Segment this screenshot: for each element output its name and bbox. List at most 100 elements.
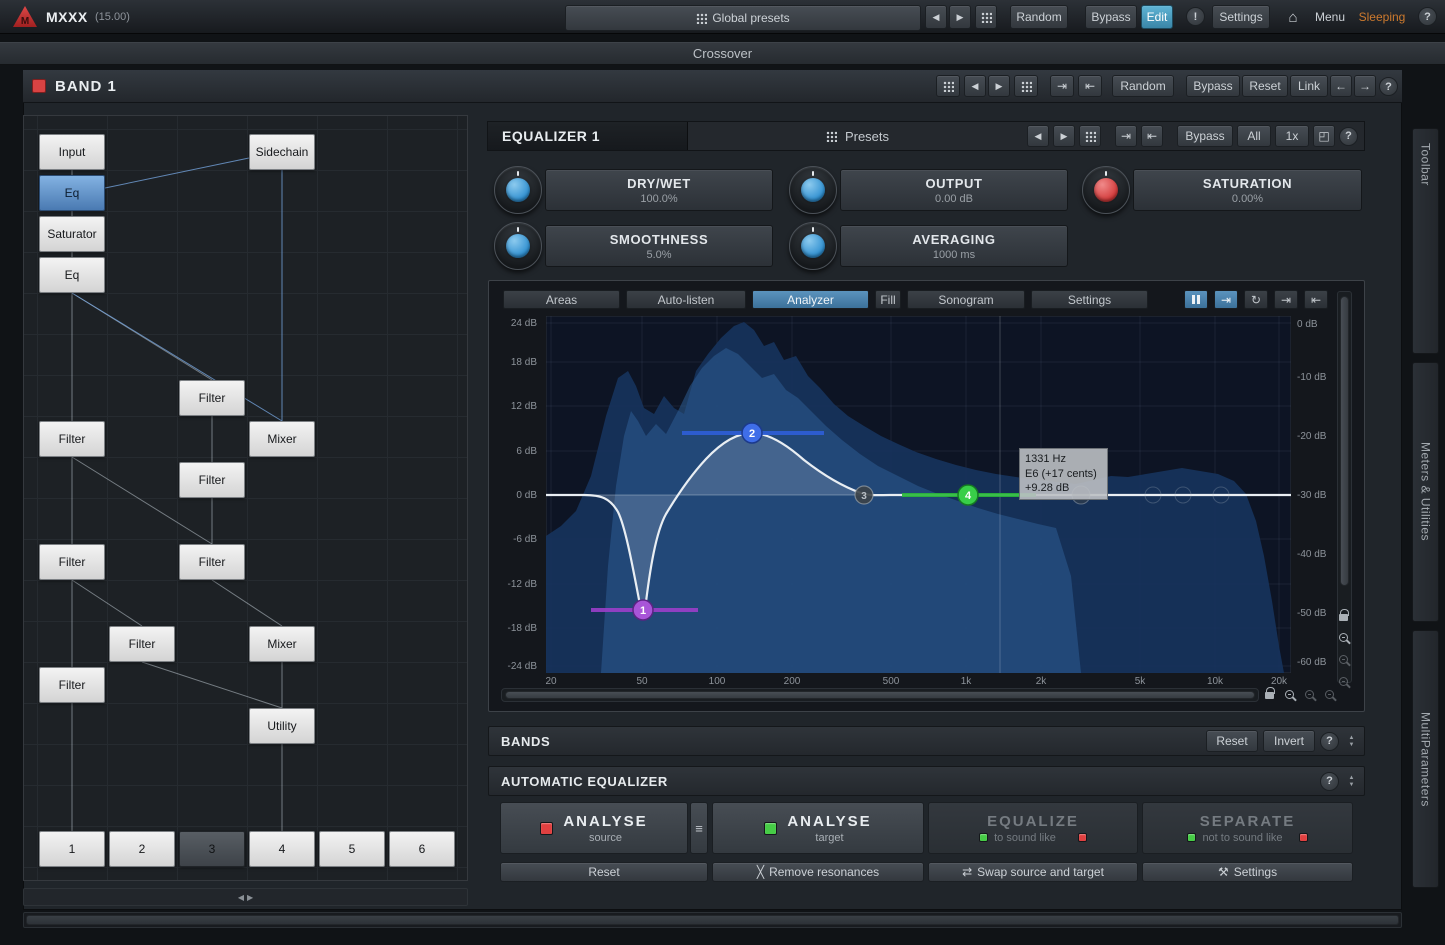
global-presets-button[interactable]: Global presets: [565, 5, 921, 31]
module-filter[interactable]: Filter: [109, 626, 175, 662]
band-morph-in-icon[interactable]: ⇥: [1050, 75, 1074, 97]
module-filter[interactable]: Filter: [39, 544, 105, 580]
eq-help-button[interactable]: ?: [1339, 127, 1358, 146]
module-mixer[interactable]: Mixer: [249, 626, 315, 662]
dry-wet-value-panel[interactable]: DRY/WET 100.0%: [545, 169, 773, 211]
tab-settings[interactable]: Settings: [1031, 290, 1148, 309]
h-zoom-in-icon[interactable]: [1285, 690, 1294, 699]
separate-button[interactable]: SEPARATE not to sound like: [1142, 802, 1353, 854]
band-presets-button[interactable]: [936, 75, 960, 97]
module-filter[interactable]: Filter: [39, 667, 105, 703]
eq-preset-manager-button[interactable]: [1079, 125, 1101, 147]
analyse-target-button[interactable]: ANALYSE target: [712, 802, 924, 854]
swap-source-target-button[interactable]: ⇄ Swap source and target: [928, 862, 1138, 882]
module-eq[interactable]: Eq: [39, 257, 105, 293]
output-slot-3[interactable]: 3: [179, 831, 245, 867]
analyse-source-menu-button[interactable]: ≡: [690, 802, 708, 854]
equalize-button[interactable]: EQUALIZE to sound like: [928, 802, 1138, 854]
prev-band-button[interactable]: ←: [1330, 75, 1352, 97]
equalizer-title[interactable]: EQUALIZER 1: [488, 122, 688, 150]
module-filter[interactable]: Filter: [179, 380, 245, 416]
band-prev-preset-button[interactable]: ◀: [964, 75, 986, 97]
module-utility[interactable]: Utility: [249, 708, 315, 744]
toolbar-panel-tab[interactable]: Toolbar: [1412, 128, 1439, 354]
info-icon[interactable]: !: [1186, 7, 1205, 26]
band-window-button[interactable]: [1014, 75, 1038, 97]
bands-collapse-spinner[interactable]: ▲▼: [1344, 729, 1359, 753]
settings-button[interactable]: Settings: [1212, 5, 1270, 29]
normalize-button[interactable]: ⇥: [1214, 290, 1238, 309]
menu-button[interactable]: Menu: [1308, 5, 1352, 29]
module-mixer[interactable]: Mixer: [249, 421, 315, 457]
sleeping-indicator[interactable]: Sleeping: [1352, 5, 1412, 29]
module-sidechain[interactable]: Sidechain: [249, 134, 315, 170]
import-button[interactable]: ⇤: [1304, 290, 1328, 309]
averaging-knob[interactable]: [789, 222, 837, 270]
band-help-button[interactable]: ?: [1379, 77, 1398, 96]
zoom-out-icon[interactable]: [1339, 655, 1348, 664]
band-color-swatch[interactable]: [32, 79, 46, 93]
crossover-tab[interactable]: Crossover: [0, 42, 1445, 65]
eq-plot[interactable]: 1 2 3 4: [546, 316, 1291, 673]
next-global-preset-button[interactable]: ▶: [949, 5, 971, 29]
smoothness-value-panel[interactable]: SMOOTHNESS 5.0%: [545, 225, 773, 267]
help-button[interactable]: ?: [1418, 7, 1437, 26]
band-bypass-button[interactable]: Bypass: [1186, 75, 1240, 97]
tab-analyzer[interactable]: Analyzer: [752, 290, 869, 309]
module-filter[interactable]: Filter: [179, 462, 245, 498]
panel-resize-handle[interactable]: ◀ ▶: [23, 888, 468, 906]
module-filter[interactable]: Filter: [39, 421, 105, 457]
output-slot-5[interactable]: 5: [319, 831, 385, 867]
eq-detach-icon[interactable]: ◰: [1313, 125, 1335, 147]
module-eq-selected[interactable]: Eq: [39, 175, 105, 211]
dry-wet-knob[interactable]: [494, 166, 542, 214]
bypass-button[interactable]: Bypass: [1085, 5, 1137, 29]
analyse-source-button[interactable]: ANALYSE source: [500, 802, 688, 854]
tab-sonogram[interactable]: Sonogram: [907, 290, 1025, 309]
output-value-panel[interactable]: OUTPUT 0.00 dB: [840, 169, 1068, 211]
preset-manager-button[interactable]: [975, 5, 997, 29]
band-random-button[interactable]: Random: [1112, 75, 1174, 97]
output-slot-4[interactable]: 4: [249, 831, 315, 867]
tab-areas[interactable]: Areas: [503, 290, 620, 309]
remove-resonances-button[interactable]: ╳ Remove resonances: [712, 862, 924, 882]
output-slot-2[interactable]: 2: [109, 831, 175, 867]
h-zoom-reset-icon[interactable]: [1325, 690, 1334, 699]
random-button[interactable]: Random: [1010, 5, 1068, 29]
graph-vertical-scrollbar[interactable]: [1337, 291, 1352, 683]
output-knob[interactable]: [789, 166, 837, 214]
eq-multiplier-button[interactable]: 1x: [1275, 125, 1309, 147]
auto-eq-settings-button[interactable]: ⚒ Settings: [1142, 862, 1353, 882]
band-morph-out-icon[interactable]: ⇤: [1078, 75, 1102, 97]
eq-bypass-button[interactable]: Bypass: [1177, 125, 1233, 147]
averaging-value-panel[interactable]: AVERAGING 1000 ms: [840, 225, 1068, 267]
bands-reset-button[interactable]: Reset: [1206, 730, 1258, 752]
equalizer-presets-button[interactable]: Presets: [688, 129, 1027, 144]
export-button[interactable]: ⇥: [1274, 290, 1298, 309]
h-zoom-lock-icon[interactable]: [1265, 692, 1274, 699]
reset-view-button[interactable]: ↻: [1244, 290, 1268, 309]
module-saturator[interactable]: Saturator: [39, 216, 105, 252]
window-horizontal-scrollbar[interactable]: [23, 912, 1402, 928]
pause-analyzer-button[interactable]: [1184, 290, 1208, 309]
edit-button[interactable]: Edit: [1141, 5, 1173, 29]
band-link-button[interactable]: Link: [1290, 75, 1328, 97]
next-band-button[interactable]: →: [1354, 75, 1376, 97]
eq-prev-preset-button[interactable]: ◀: [1027, 125, 1049, 147]
band-next-preset-button[interactable]: ▶: [988, 75, 1010, 97]
saturation-knob[interactable]: [1082, 166, 1130, 214]
home-icon[interactable]: ⌂: [1282, 5, 1304, 29]
band-reset-button[interactable]: Reset: [1242, 75, 1288, 97]
eq-morph-out-icon[interactable]: ⇤: [1141, 125, 1163, 147]
h-zoom-out-icon[interactable]: [1305, 690, 1314, 699]
tab-fill[interactable]: Fill: [875, 290, 901, 309]
multiparameters-panel-tab[interactable]: MultiParameters: [1412, 630, 1439, 888]
bands-help-button[interactable]: ?: [1320, 732, 1339, 751]
prev-global-preset-button[interactable]: ◀: [925, 5, 947, 29]
smoothness-knob[interactable]: [494, 222, 542, 270]
auto-eq-collapse-spinner[interactable]: ▲▼: [1344, 769, 1359, 793]
eq-all-button[interactable]: All: [1237, 125, 1271, 147]
auto-eq-reset-button[interactable]: Reset: [500, 862, 708, 882]
tab-auto-listen[interactable]: Auto-listen: [626, 290, 746, 309]
output-slot-6[interactable]: 6: [389, 831, 455, 867]
